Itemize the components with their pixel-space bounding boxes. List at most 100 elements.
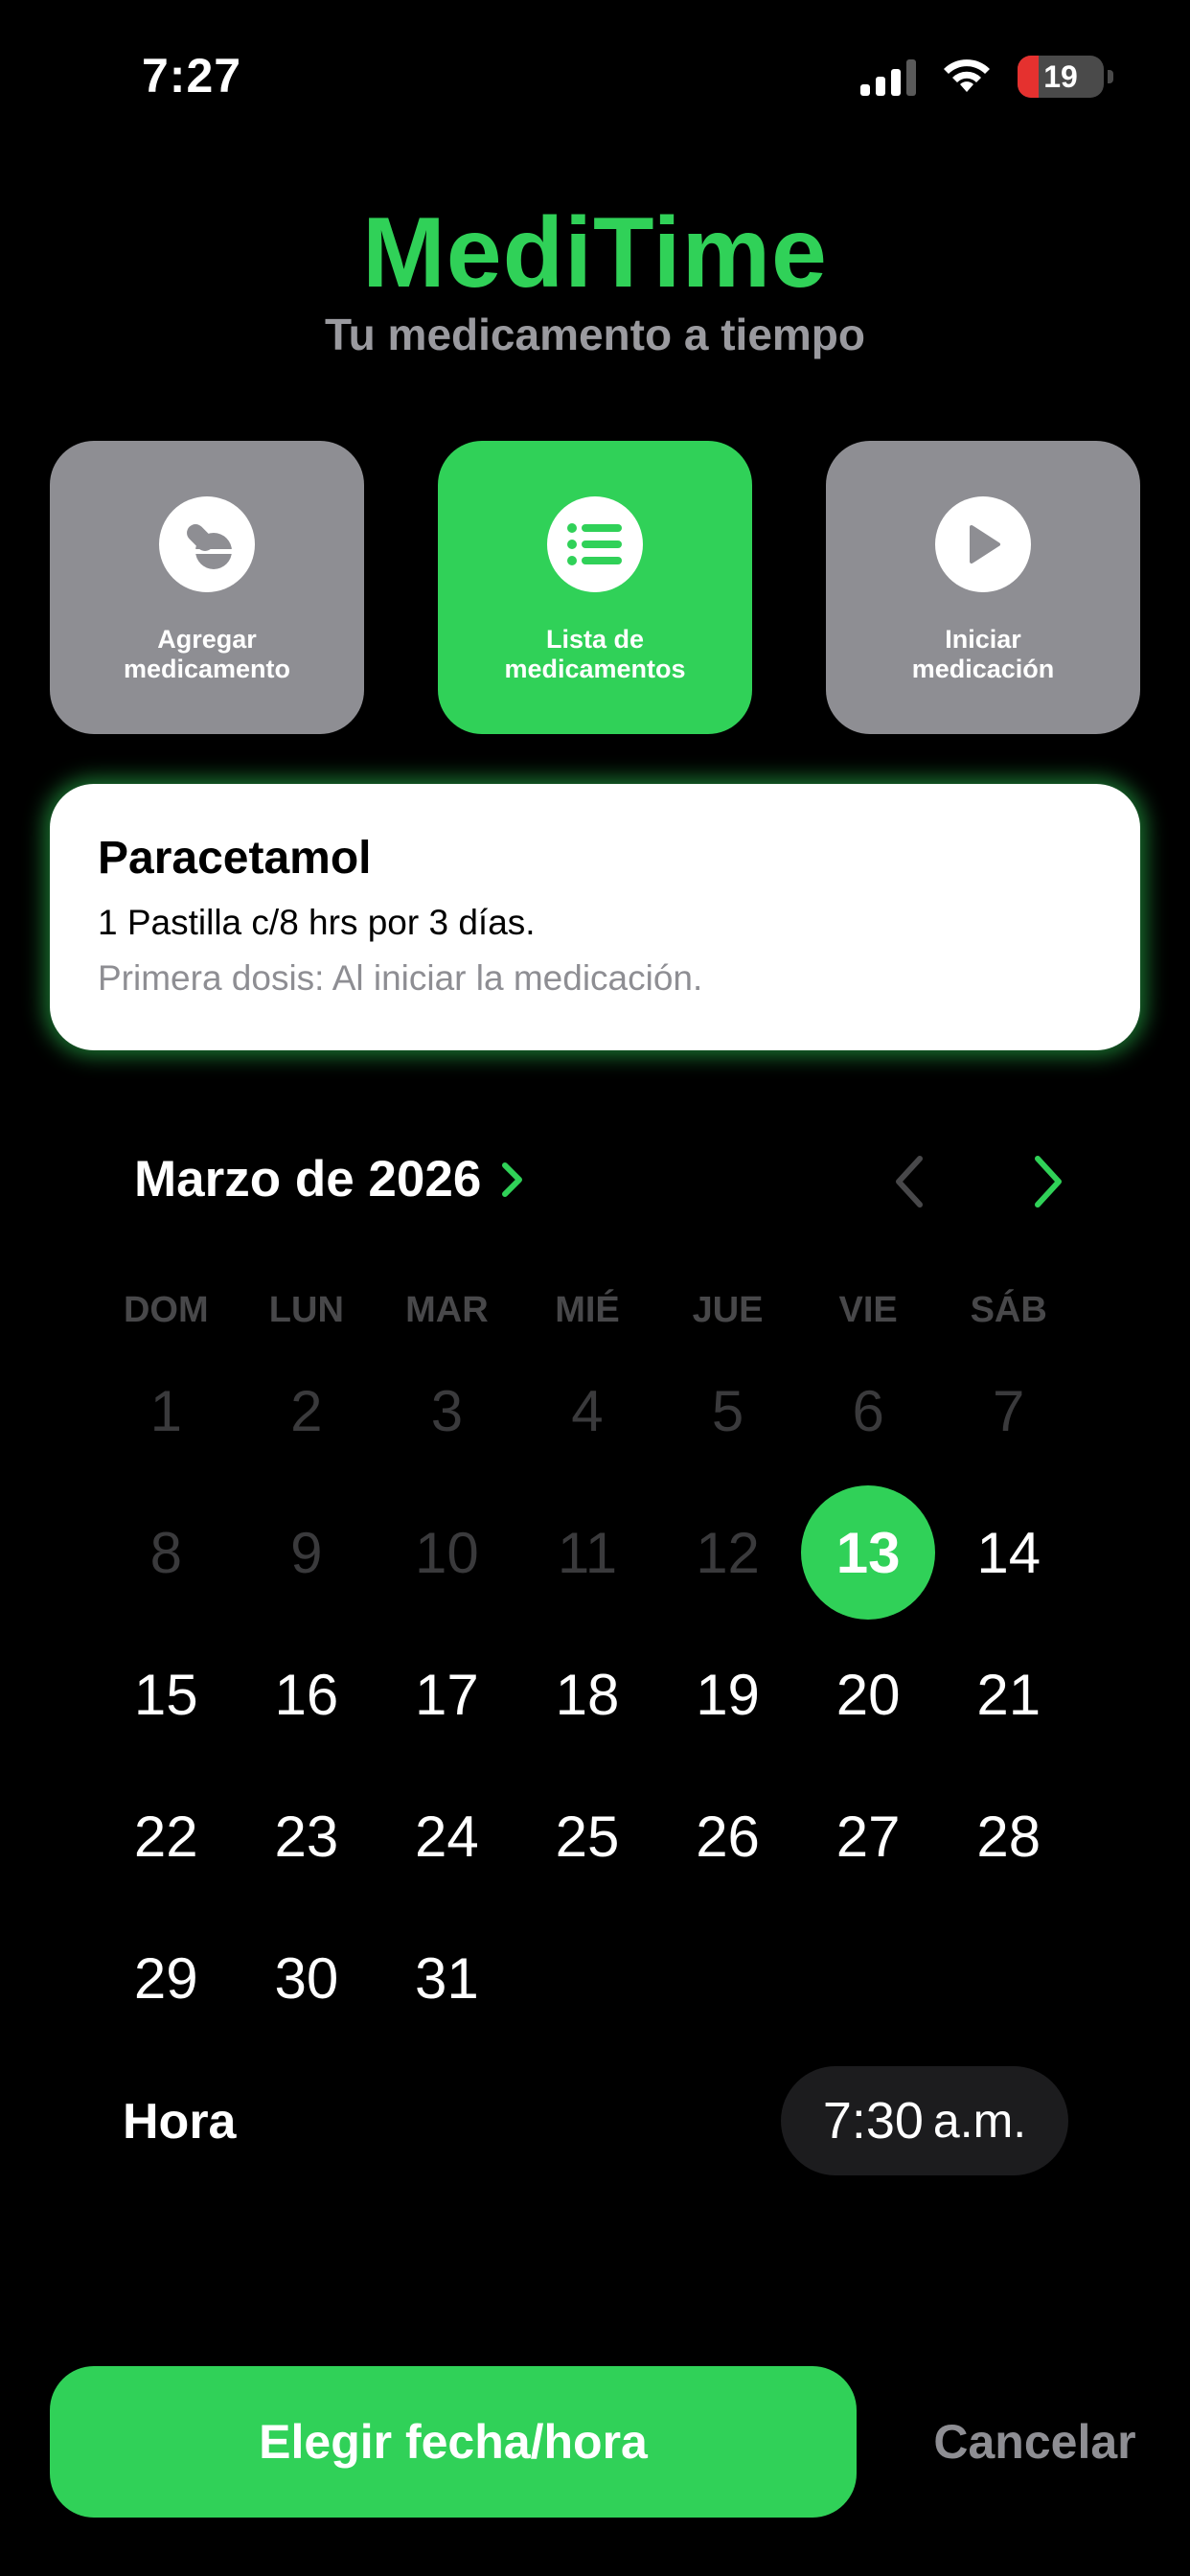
month-label: Marzo de 2026 bbox=[134, 1151, 482, 1208]
calendar-day[interactable]: 20 bbox=[798, 1623, 939, 1765]
calendar-day-number: 2 bbox=[290, 1378, 323, 1443]
add-medication-button[interactable]: Agregar medicamento bbox=[50, 441, 364, 734]
calendar-day-number: 17 bbox=[415, 1662, 479, 1727]
calendar-day-number: 25 bbox=[555, 1804, 620, 1869]
calendar-day[interactable]: 21 bbox=[938, 1623, 1079, 1765]
calendar-day[interactable]: 25 bbox=[517, 1765, 658, 1907]
weekday-label: VIE bbox=[838, 1290, 898, 1330]
weekday-label: LUN bbox=[268, 1290, 344, 1330]
weekday-label: JUE bbox=[692, 1290, 764, 1330]
calendar-day-number: 24 bbox=[415, 1804, 479, 1869]
calendar-day[interactable]: 24 bbox=[377, 1765, 517, 1907]
cancel-button[interactable]: Cancelar bbox=[920, 2366, 1150, 2518]
calendar-day-number: 19 bbox=[696, 1662, 760, 1727]
calendar-day-number: 28 bbox=[976, 1804, 1041, 1869]
calendar-day-number: 27 bbox=[835, 1804, 901, 1869]
calendar-day-number: 10 bbox=[415, 1520, 479, 1585]
calendar-day-number: 12 bbox=[696, 1520, 760, 1585]
chevron-left-icon bbox=[896, 1156, 923, 1208]
calendar-day[interactable]: 15 bbox=[96, 1623, 237, 1765]
calendar-day-number: 21 bbox=[976, 1662, 1041, 1727]
choose-date-time-button[interactable]: Elegir fecha/hora bbox=[50, 2366, 857, 2518]
calendar-day[interactable]: 18 bbox=[517, 1623, 658, 1765]
medication-name: Paracetamol bbox=[98, 833, 372, 884]
chevron-right-icon bbox=[502, 1162, 523, 1197]
calendar-day[interactable]: 26 bbox=[657, 1765, 798, 1907]
calendar-day-disabled: 11 bbox=[517, 1482, 658, 1623]
calendar-day-number: 5 bbox=[711, 1378, 744, 1443]
medication-dose: 1 Pastilla c/8 hrs por 3 días. bbox=[98, 903, 536, 942]
battery-icon: 19 bbox=[1018, 56, 1113, 98]
calendar-day[interactable]: 30 bbox=[237, 1907, 378, 2049]
calendar-day[interactable]: 17 bbox=[377, 1623, 517, 1765]
battery-level: 19 bbox=[1043, 58, 1078, 94]
next-month-button[interactable] bbox=[1014, 1147, 1081, 1216]
medication-first-dose: Primera dosis: Al iniciar la medicación. bbox=[98, 958, 703, 998]
calendar-day-number: 8 bbox=[149, 1520, 182, 1585]
calendar-day-number: 30 bbox=[274, 1945, 339, 2011]
cellular-signal-icon bbox=[860, 58, 916, 96]
calendar-day[interactable]: 19 bbox=[657, 1623, 798, 1765]
calendar-day-number: 1 bbox=[149, 1378, 182, 1443]
month-selector[interactable]: Marzo de 2026 bbox=[134, 1150, 525, 1208]
calendar-days-grid: 1 2 3 4 5 6 7 8 9 10 11 12 13 14 15 16 17 18 19 20 21 22 23 24 2… bbox=[96, 1340, 1079, 2049]
calendar-day[interactable]: 22 bbox=[96, 1765, 237, 1907]
time-label: Hora bbox=[123, 2094, 237, 2150]
wifi-icon bbox=[944, 59, 990, 92]
add-medication-label: Agregar medicamento bbox=[123, 625, 291, 683]
calendar-day-number: 3 bbox=[430, 1378, 464, 1443]
weekday-header: DOM LUN MAR MIÉ JUE VIE SÁB bbox=[96, 1290, 1079, 1331]
calendar-day-number: 7 bbox=[993, 1378, 1025, 1443]
calendar-day-selected[interactable]: 13 bbox=[798, 1482, 939, 1623]
calendar-day-disabled: 10 bbox=[377, 1482, 517, 1623]
calendar-day[interactable]: 23 bbox=[237, 1765, 378, 1907]
calendar-day-number: 26 bbox=[696, 1804, 760, 1869]
status-icons: 19 bbox=[860, 56, 1113, 98]
medication-card: Paracetamol 1 Pastilla c/8 hrs por 3 día… bbox=[50, 784, 1140, 1050]
calendar-day[interactable]: 14 bbox=[938, 1482, 1079, 1623]
medication-list-label: Lista de medicamentos bbox=[504, 625, 686, 683]
calendar-day[interactable]: 16 bbox=[237, 1623, 378, 1765]
calendar-day-number: 20 bbox=[835, 1662, 901, 1727]
medication-list-button[interactable]: Lista de medicamentos bbox=[438, 441, 752, 734]
calendar-day-number: 13 bbox=[801, 1485, 936, 1620]
calendar-day[interactable]: 27 bbox=[798, 1765, 939, 1907]
time-value: 7:30 bbox=[822, 2092, 924, 2150]
start-medication-button[interactable]: Iniciar medicación bbox=[826, 441, 1140, 734]
play-icon bbox=[935, 496, 1031, 592]
app-title: MediTime bbox=[362, 197, 828, 309]
calendar-day-number: 29 bbox=[133, 1945, 198, 2011]
calendar-day[interactable]: 29 bbox=[96, 1907, 237, 2049]
weekday-label: DOM bbox=[123, 1290, 209, 1330]
previous-month-button[interactable] bbox=[877, 1147, 944, 1216]
calendar-day-disabled: 3 bbox=[377, 1340, 517, 1482]
calendar-day-disabled: 1 bbox=[96, 1340, 237, 1482]
weekday-label: MAR bbox=[405, 1290, 489, 1330]
calendar-day-disabled: 9 bbox=[237, 1482, 378, 1623]
calendar-day-number: 15 bbox=[133, 1662, 198, 1727]
calendar-day-disabled: 12 bbox=[657, 1482, 798, 1623]
calendar-day-number: 16 bbox=[274, 1662, 339, 1727]
calendar-day-number: 18 bbox=[555, 1662, 620, 1727]
calendar-day-number: 4 bbox=[571, 1378, 604, 1443]
calendar-day-disabled: 4 bbox=[517, 1340, 658, 1482]
calendar-day-number: 6 bbox=[852, 1378, 884, 1443]
time-ampm: a.m. bbox=[932, 2094, 1027, 2148]
calendar-day-disabled: 6 bbox=[798, 1340, 939, 1482]
calendar-day-number: 22 bbox=[133, 1804, 198, 1869]
calendar-day-disabled: 2 bbox=[237, 1340, 378, 1482]
pill-icon bbox=[159, 496, 255, 592]
calendar-day-disabled: 8 bbox=[96, 1482, 237, 1623]
calendar-day-disabled: 5 bbox=[657, 1340, 798, 1482]
calendar-day-number: 23 bbox=[274, 1804, 339, 1869]
list-icon bbox=[547, 496, 643, 592]
calendar-day-disabled: 7 bbox=[938, 1340, 1079, 1482]
time-picker-button[interactable]: 7:30 a.m. bbox=[781, 2066, 1068, 2175]
status-time: 7:27 bbox=[142, 49, 242, 103]
calendar-day-number: 9 bbox=[290, 1520, 323, 1585]
app-subtitle: Tu medicamento a tiempo bbox=[324, 310, 866, 359]
weekday-label: SÁB bbox=[970, 1290, 1047, 1330]
calendar-day-number: 14 bbox=[976, 1520, 1041, 1585]
calendar-day[interactable]: 28 bbox=[938, 1765, 1079, 1907]
calendar-day[interactable]: 31 bbox=[377, 1907, 517, 2049]
